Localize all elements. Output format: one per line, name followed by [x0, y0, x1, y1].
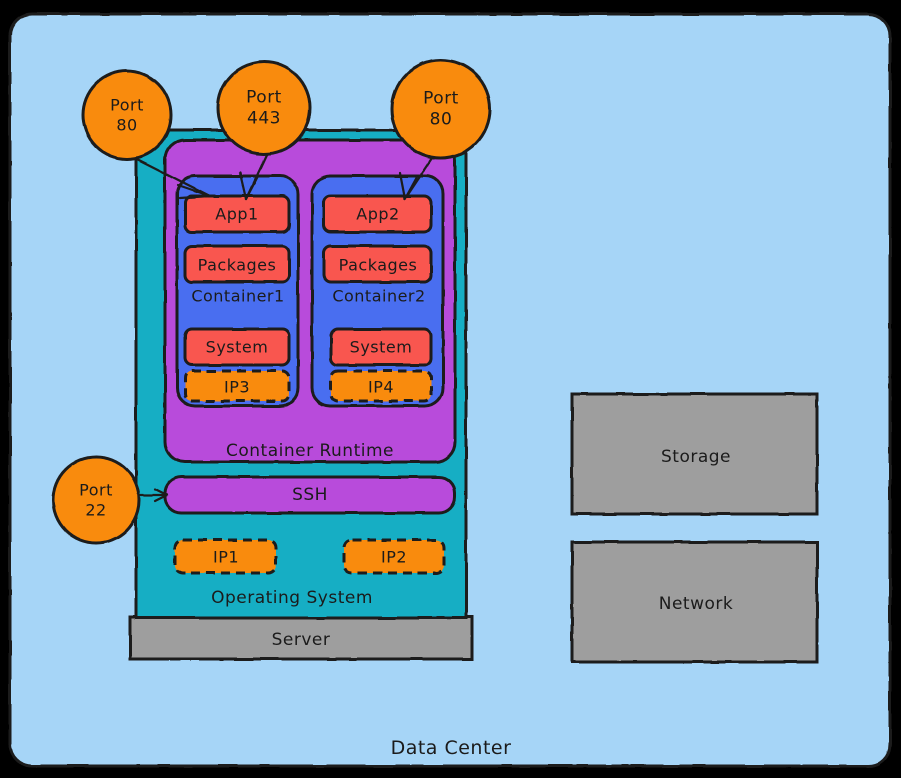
app2-box [322, 194, 433, 234]
port-80-left-bubble[interactable] [81, 69, 173, 161]
system-2-box [329, 327, 433, 367]
ssh-box [163, 475, 457, 515]
diagram-canvas: Data Center Server Operating System SSH … [0, 0, 901, 778]
port-22-bubble[interactable] [51, 455, 141, 545]
ip3-box [183, 369, 291, 403]
system-1-box [183, 327, 291, 367]
app1-box [183, 194, 291, 234]
port-80-right-bubble[interactable] [390, 58, 492, 160]
packages-1-box [183, 244, 291, 284]
server-box [128, 615, 474, 661]
network-box [570, 540, 819, 664]
diagram-shapes [8, 12, 892, 768]
port-443-bubble[interactable] [216, 60, 312, 156]
ip2-box [342, 538, 446, 575]
ip1-box [173, 538, 278, 575]
packages-2-box [322, 244, 433, 284]
ip4-box [329, 369, 433, 403]
storage-box [570, 392, 819, 516]
